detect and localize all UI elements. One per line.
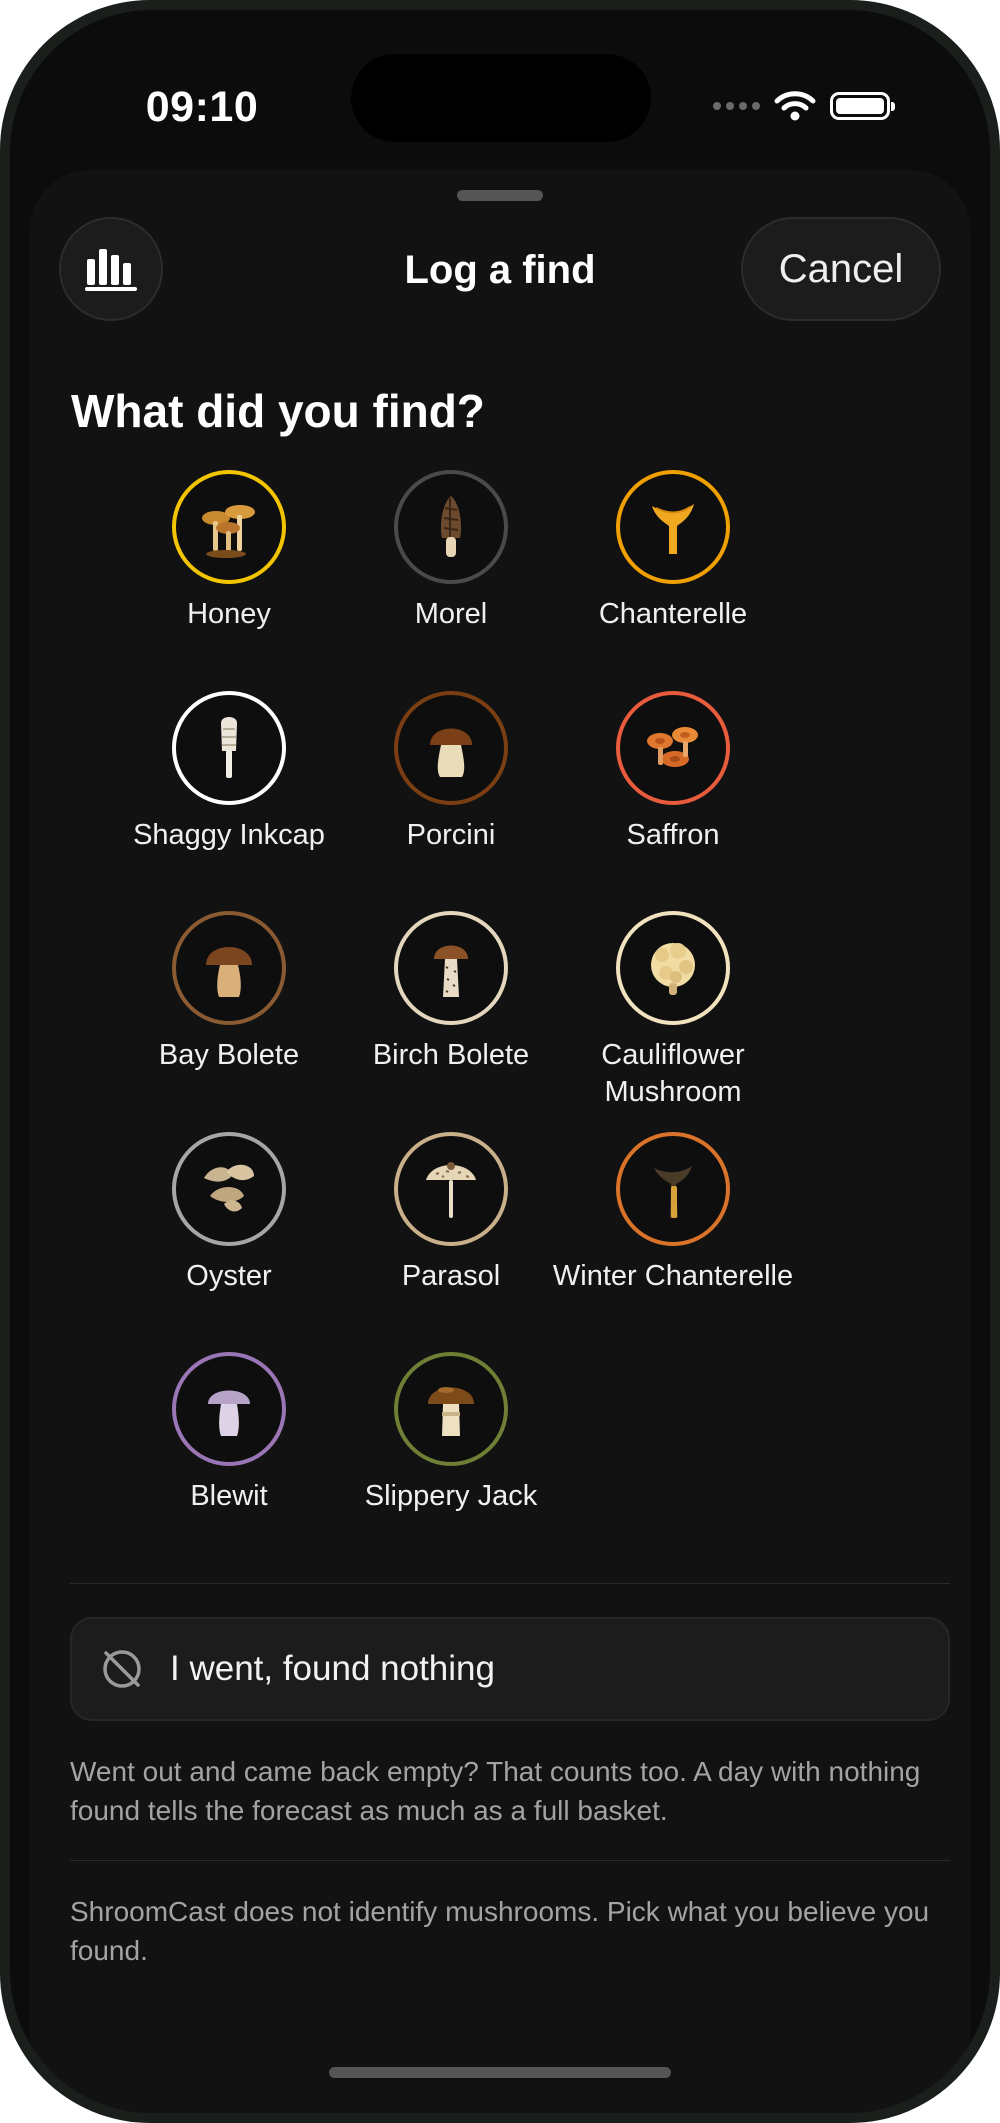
parasol-icon: [426, 1161, 476, 1218]
nothing-hint-text: Went out and came back empty? That count…: [70, 1756, 921, 1826]
species-avatar[interactable]: [172, 911, 286, 1026]
cancel-button[interactable]: Cancel: [741, 217, 941, 321]
dynamic-island: [351, 54, 651, 142]
battery-icon: [830, 92, 895, 120]
species-label: Porcini: [406, 818, 496, 851]
saffron-milkcap-icon: [647, 726, 698, 767]
honey-mushroom-icon: [202, 505, 255, 558]
species-avatar[interactable]: [616, 690, 730, 805]
species-label: Parasol: [401, 1259, 501, 1292]
chanterelle-icon: [652, 504, 694, 554]
phone-frame: 09:10 Log a find Cancel What did you fin…: [0, 0, 1000, 2123]
species-avatar[interactable]: [394, 1352, 508, 1467]
bay-bolete-icon: [206, 947, 252, 998]
species-avatar[interactable]: [394, 1131, 508, 1246]
species-label: Oyster: [186, 1259, 272, 1292]
species-label: Cauliflower Mushroom: [601, 1039, 745, 1109]
winter-chanterelle-icon: [654, 1165, 692, 1218]
shaggy-inkcap-icon: [221, 716, 237, 778]
sheet-grabber[interactable]: [457, 190, 543, 201]
species-label: Honey: [187, 598, 271, 630]
species-label: Saffron: [626, 818, 720, 851]
oyster-mushroom-icon: [204, 1164, 254, 1212]
species-avatar[interactable]: [616, 1131, 730, 1246]
species-label: Slippery Jack: [364, 1480, 538, 1513]
birch-bolete-icon: [434, 945, 468, 998]
species-option[interactable]: Slippery Jack: [301, 1352, 601, 1515]
nothing-found-icon: [103, 1650, 141, 1688]
disclaimer-text: ShroomCast does not identify mushrooms. …: [70, 1896, 930, 1966]
species-label: Morel: [414, 598, 488, 630]
found-nothing-button[interactable]: I went, found nothing: [70, 1617, 950, 1721]
porcini-icon: [430, 728, 472, 777]
species-label: Winter Chanterelle: [552, 1259, 794, 1292]
species-avatar[interactable]: [394, 470, 508, 584]
wifi-icon: [774, 91, 816, 121]
cellular-signal-icon: [713, 102, 760, 110]
species-option[interactable]: Saffron: [523, 690, 823, 854]
species-label: Shaggy Inkcap: [133, 818, 325, 851]
cauliflower-mushroom-icon: [651, 943, 695, 996]
species-label: Bay Bolete: [158, 1039, 300, 1072]
species-option[interactable]: Cauliflower Mushroom: [523, 911, 823, 1111]
home-indicator[interactable]: [329, 2067, 671, 2078]
species-label: Chanterelle: [598, 598, 748, 630]
status-icons: [713, 90, 895, 122]
species-label: Birch Bolete: [372, 1039, 530, 1072]
species-option[interactable]: Chanterelle: [523, 470, 823, 633]
species-option[interactable]: Winter Chanterelle: [523, 1131, 823, 1295]
divider: [70, 1860, 950, 1861]
species-avatar[interactable]: [172, 690, 286, 805]
species-avatar[interactable]: [172, 1352, 286, 1467]
screen: 09:10 Log a find Cancel What did you fin…: [10, 10, 990, 2113]
species-avatar[interactable]: [394, 911, 508, 1026]
question-heading: What did you find?: [71, 385, 485, 437]
found-nothing-label: I went, found nothing: [170, 1649, 495, 1688]
divider: [70, 1583, 950, 1584]
species-avatar[interactable]: [172, 470, 286, 584]
species-avatar[interactable]: [172, 1131, 286, 1246]
morel-icon: [440, 496, 462, 557]
status-time: 09:10: [145, 83, 259, 131]
blewit-icon: [208, 1390, 250, 1437]
species-avatar[interactable]: [394, 690, 508, 805]
species-avatar[interactable]: [616, 470, 730, 584]
species-avatar[interactable]: [616, 911, 730, 1026]
slippery-jack-icon: [428, 1387, 474, 1437]
log-find-sheet: Log a find Cancel What did you find? Hon…: [30, 170, 970, 2113]
species-label: Blewit: [190, 1480, 268, 1513]
